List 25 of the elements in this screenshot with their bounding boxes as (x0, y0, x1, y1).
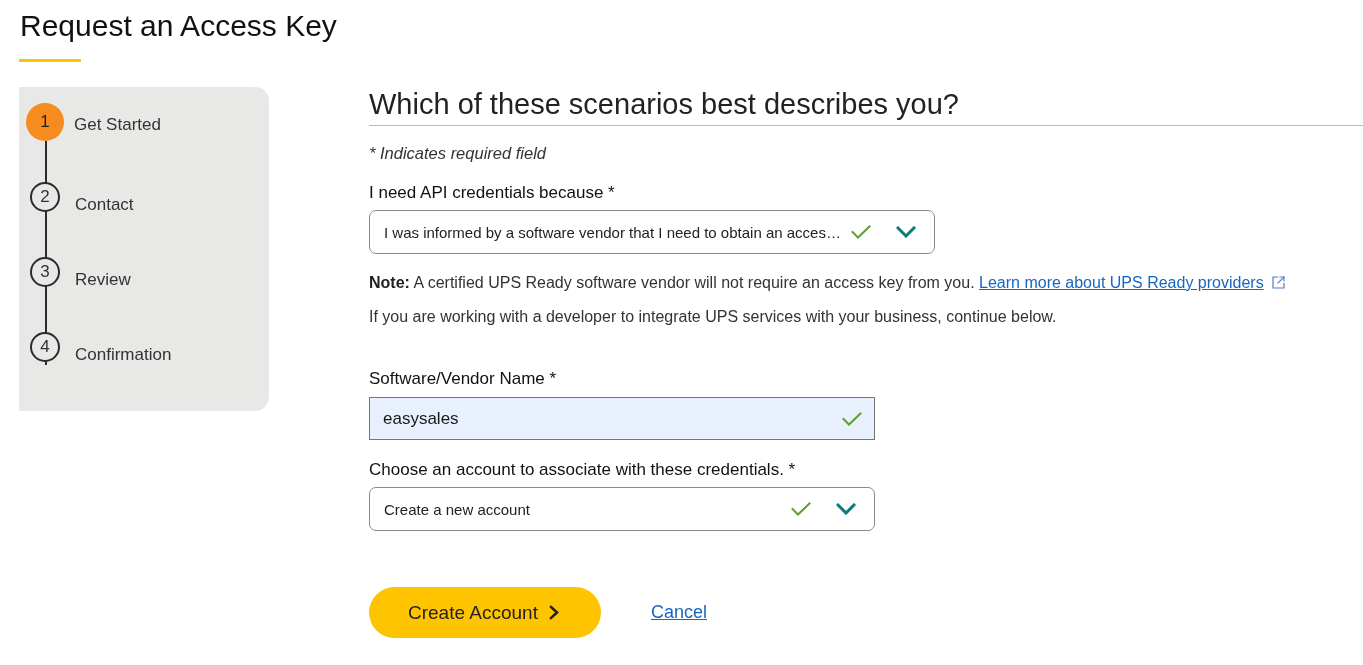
step-number: 3 (30, 257, 60, 287)
field-label: I need API credentials because * (369, 183, 615, 203)
select-field[interactable]: I was informed by a software vendor that I need to obtain an acces… (369, 210, 935, 254)
vendor-name-field[interactable]: easysales (369, 397, 875, 440)
field-label: Choose an account to associate with these credentials. * (369, 460, 796, 480)
section-heading: Which of these scenarios best describes you? (369, 87, 959, 121)
step-label: Review (75, 270, 131, 290)
step-label: Confirmation (75, 345, 172, 365)
info-text: If you are working with a developer to integrate UPS services with your business, continue below. (369, 307, 1057, 327)
cancel-link[interactable]: Cancel (650, 602, 707, 623)
field-label: Software/Vendor Name * (369, 369, 557, 389)
step-number: 2 (30, 182, 60, 212)
step-label: Get Started (74, 115, 161, 135)
step-label: Contact (75, 195, 134, 215)
chevron-right-icon (548, 605, 559, 620)
page-title: Request an Access Key (20, 8, 337, 44)
select-field[interactable]: Create a new account (369, 487, 875, 531)
learn-more-link[interactable]: Learn more about UPS Ready providers (979, 274, 1264, 291)
required-field-note: * Indicates required field (369, 143, 547, 163)
create-account-button[interactable]: Create Account (369, 587, 601, 638)
note-text: Note: A certified UPS Ready software vendor will not require an access key from you. Learn more about UPS Ready providers (369, 273, 1285, 293)
chevron-down-icon (836, 503, 856, 515)
step-number: 4 (30, 332, 60, 362)
step-number: 1 (26, 103, 64, 141)
chevron-down-icon (895, 226, 916, 238)
